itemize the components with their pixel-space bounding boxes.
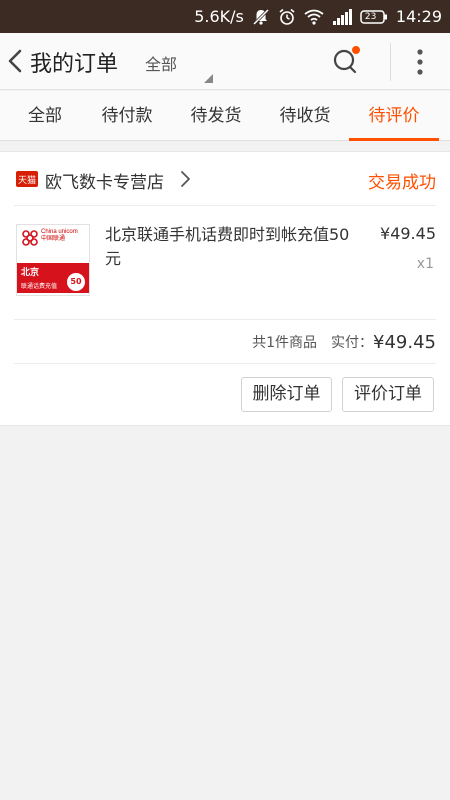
battery-icon: 23 <box>360 9 388 25</box>
tab-pending-review[interactable]: 待评价 <box>349 91 439 141</box>
shop-row[interactable]: 天猫 欧飞数卡专营店 交易成功 <box>14 152 436 206</box>
order-filter-dropdown[interactable]: 全部 <box>145 51 215 85</box>
dropdown-triangle-icon <box>204 74 213 83</box>
tab-pending-payment[interactable]: 待付款 <box>82 91 172 141</box>
paid-label: 实付： <box>331 335 374 351</box>
product-item[interactable]: China unicom 中国联通 北京 联通话费充值 50 北京联通手机话费即时… <box>14 206 436 320</box>
tmall-badge-text: 天猫 <box>18 174 36 186</box>
brand-text: China unicom 中国联通 <box>41 229 78 242</box>
product-price: ¥49.45 <box>380 224 436 243</box>
divider <box>390 43 391 81</box>
review-order-button[interactable]: 评价订单 <box>342 377 434 412</box>
back-arrow-icon[interactable] <box>4 47 28 75</box>
thumb-city: 北京 <box>21 268 40 278</box>
product-thumbnail: China unicom 中国联通 北京 联通话费充值 50 <box>16 224 90 296</box>
tab-pending-receipt[interactable]: 待收货 <box>260 91 350 141</box>
thumb-value-seal: 50 <box>67 273 85 291</box>
order-summary: 共1件商品 实付： ¥49.45 <box>14 320 436 364</box>
app-bar: 我的订单 全部 <box>0 33 450 90</box>
tmall-icon: 天猫 <box>16 171 38 187</box>
alarm-icon <box>278 8 296 26</box>
tab-pending-shipment[interactable]: 待发货 <box>171 91 261 141</box>
item-count: 共1件商品 <box>252 335 318 351</box>
paid-amount: ¥49.45 <box>373 331 436 353</box>
tab-all[interactable]: 全部 <box>0 91 90 141</box>
more-vertical-icon <box>417 49 423 75</box>
network-speed: 5.6K/s <box>194 7 244 26</box>
status-bar: 5.6K/s 23 14:29 <box>0 0 450 33</box>
chevron-right-icon <box>180 169 192 189</box>
shop-name: 欧飞数卡专营店 <box>45 173 164 193</box>
battery-level: 23 <box>364 11 377 22</box>
wifi-icon <box>304 9 324 25</box>
clock: 14:29 <box>395 7 442 26</box>
delete-order-button[interactable]: 删除订单 <box>241 377 332 412</box>
product-quantity: x1 <box>416 256 434 272</box>
search-button[interactable] <box>325 43 367 79</box>
product-title: 北京联通手机话费即时到帐充值50元 <box>105 225 350 268</box>
thumb-subtitle: 联通话费充值 <box>21 283 58 290</box>
order-actions: 删除订单 评价订单 <box>0 364 450 426</box>
order-tabs: 全部 待付款 待发货 待收货 待评价 <box>0 91 450 141</box>
signal-icon <box>332 8 352 25</box>
more-options-button[interactable] <box>405 43 435 81</box>
order-status: 交易成功 <box>368 173 436 193</box>
filter-label: 全部 <box>145 55 178 74</box>
page-title: 我的订单 <box>30 52 119 77</box>
unicom-logo-icon <box>22 230 38 246</box>
notifications-off-icon <box>252 8 270 26</box>
search-icon <box>333 46 360 74</box>
order-card: 天猫 欧飞数卡专营店 交易成功 China unicom 中国联通 北京 联通话费… <box>0 151 450 426</box>
